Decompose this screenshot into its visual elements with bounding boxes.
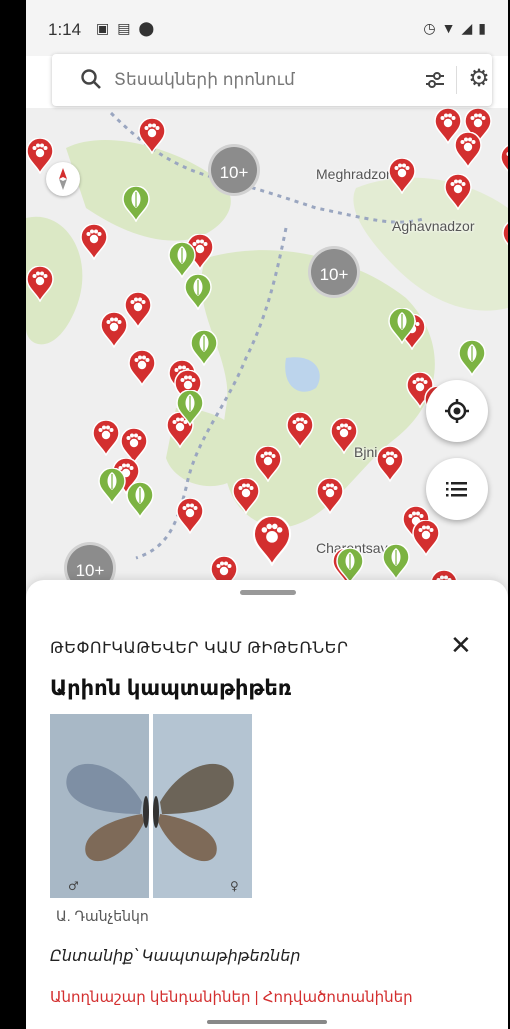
photo-credit: Ա. Դանչենկո <box>56 908 149 924</box>
animal-pin-paw-icon[interactable] <box>330 417 358 455</box>
animal-pin-paw-icon[interactable] <box>444 173 472 211</box>
list-view-button[interactable] <box>426 458 488 520</box>
animal-pin-paw-icon[interactable] <box>286 411 314 449</box>
animal-pin-paw-icon[interactable] <box>388 157 416 195</box>
search-input[interactable]: Տեսակների որոնում <box>114 70 295 90</box>
species-photo[interactable]: ♂ ♀ <box>50 714 252 898</box>
search-icon <box>81 69 101 89</box>
plant-pin-leaf-icon[interactable] <box>98 467 126 505</box>
phone-screen: 1:14 ▣▤⬤ ◷▼◢▮ 10+ 10+ 10+ Meghradzor Agh… <box>26 0 508 1029</box>
pin-cluster[interactable]: 10+ <box>208 144 260 196</box>
search-bar[interactable]: Տեսակների որոնում ⚙ <box>52 54 492 106</box>
species-category: ԹԵՓՈՒԿԱԹԵՎԵՐ ԿԱՄ ԹԻԹԵՌՆԵՐ <box>50 640 349 657</box>
animal-pin-paw-icon[interactable] <box>124 291 152 329</box>
animal-pin-paw-icon[interactable] <box>316 477 344 515</box>
map-view[interactable]: 10+ 10+ 10+ Meghradzor Aghavnadzor Bjni … <box>26 108 508 598</box>
plant-pin-leaf-icon[interactable] <box>388 307 416 345</box>
plant-pin-leaf-icon[interactable] <box>168 241 196 279</box>
place-label-meghradzor: Meghradzor <box>316 166 391 182</box>
animal-pin-paw-icon[interactable] <box>176 497 204 535</box>
species-bottom-sheet[interactable]: ԹԵՓՈՒԿԱԹԵՎԵՐ ԿԱՄ ԹԻԹԵՌՆԵՐ ✕ Արիոն կապտաթ… <box>26 580 508 1029</box>
close-icon[interactable]: ✕ <box>450 630 472 661</box>
species-name: Արիոն կապտաթիթեռ <box>50 677 292 700</box>
plant-pin-leaf-icon[interactable] <box>458 339 486 377</box>
female-symbol: ♀ <box>230 879 239 893</box>
plant-pin-leaf-icon[interactable] <box>382 543 410 581</box>
animal-pin-paw-icon[interactable] <box>254 445 282 483</box>
animal-pin-paw-icon[interactable] <box>232 477 260 515</box>
filter-icon[interactable] <box>424 69 446 91</box>
system-icons: ◷▼◢▮ <box>423 20 492 37</box>
animal-pin-paw-icon[interactable] <box>454 131 482 169</box>
male-symbol: ♂ <box>68 879 79 893</box>
gesture-nav-bar <box>207 1020 327 1024</box>
status-time: 1:14 <box>48 20 82 39</box>
animal-pin-paw-icon[interactable] <box>502 220 508 256</box>
crosshair-icon <box>445 399 469 423</box>
plant-pin-leaf-icon[interactable] <box>184 273 212 311</box>
sheet-drag-handle[interactable] <box>240 590 296 595</box>
pin-cluster[interactable]: 10+ <box>308 246 360 298</box>
place-label-aghavnadzor: Aghavnadzor <box>392 218 475 234</box>
status-bar: 1:14 ▣▤⬤ ◷▼◢▮ <box>26 0 508 56</box>
animal-pin-paw-icon[interactable] <box>500 144 508 180</box>
animal-pin-paw-icon[interactable] <box>128 349 156 387</box>
species-family: Ընտանիք՝ Կապտաթիթեռներ <box>50 948 301 965</box>
plant-pin-leaf-icon[interactable] <box>190 329 218 367</box>
image-icon: ▤ <box>117 20 139 36</box>
animal-pin-paw-icon[interactable] <box>138 117 166 155</box>
animal-pin-paw-icon[interactable] <box>412 519 440 557</box>
my-location-button[interactable] <box>426 380 488 442</box>
animal-pin-paw-icon[interactable] <box>26 137 54 175</box>
teams-icon: ▣ <box>96 20 118 36</box>
animal-pin-paw-icon[interactable] <box>92 419 120 457</box>
list-icon <box>446 482 467 497</box>
animal-pin-paw-icon[interactable] <box>80 223 108 261</box>
plant-pin-leaf-icon[interactable] <box>176 389 204 427</box>
plant-pin-leaf-icon[interactable] <box>122 185 150 223</box>
location-icon: ⬤ <box>138 20 163 36</box>
selected-animal-pin-paw-icon[interactable] <box>252 515 292 567</box>
notification-icons: ▣▤⬤ <box>96 20 162 37</box>
wifi-icon: ▼ <box>441 20 462 36</box>
battery-icon: ▮ <box>478 20 492 36</box>
alarm-icon: ◷ <box>423 20 442 36</box>
taxonomy-links[interactable]: Անողնաշար կենդանիներ | Հոդվածոտանիներ <box>50 988 413 1006</box>
animal-pin-paw-icon[interactable] <box>26 265 54 303</box>
settings-gear-icon[interactable]: ⚙ <box>466 66 492 92</box>
plant-pin-leaf-icon[interactable] <box>336 547 364 585</box>
plant-pin-leaf-icon[interactable] <box>126 481 154 519</box>
signal-icon: ◢ <box>461 20 479 36</box>
search-divider <box>456 66 457 94</box>
animal-pin-paw-icon[interactable] <box>376 445 404 483</box>
